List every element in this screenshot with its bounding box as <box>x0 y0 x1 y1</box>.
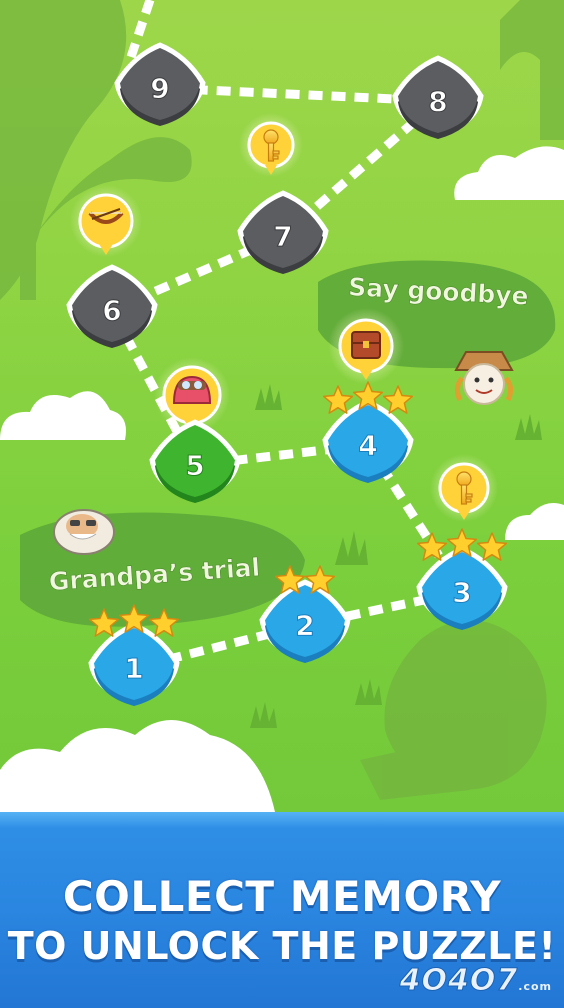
level-node-6[interactable]: 6 <box>66 264 158 348</box>
level-node-3[interactable]: 3 <box>416 528 508 630</box>
treasure-chest-icon <box>351 331 381 359</box>
watermark-text: 4O4O7 <box>399 963 519 999</box>
level-map[interactable]: Grandpa’s trial Say goodbye 123456789 <box>0 0 564 812</box>
reward-bubble[interactable] <box>70 185 142 257</box>
headline-line-1: COLLECT MEMORY <box>62 872 502 921</box>
level-number: 9 <box>150 72 169 105</box>
reward-bubble[interactable] <box>430 454 498 522</box>
level-number: 8 <box>428 85 447 118</box>
scarecrow-icon <box>454 351 514 405</box>
headline-line-2: TO UNLOCK THE PUZZLE! <box>7 924 557 968</box>
grandpa-icon <box>53 509 115 555</box>
level-number: 5 <box>185 449 204 482</box>
banner-top-stripe <box>0 812 564 828</box>
level-node-4[interactable]: 4 <box>322 381 414 483</box>
aviator-helmet-icon <box>172 375 212 404</box>
level-node-5[interactable]: 5 <box>149 419 241 503</box>
level-number: 2 <box>295 609 314 642</box>
star-icon <box>322 385 354 414</box>
level-number: 6 <box>102 294 121 327</box>
star-icon <box>382 385 414 414</box>
reward-bubble[interactable] <box>239 113 303 177</box>
level-number: 3 <box>452 576 471 609</box>
level-number: 7 <box>273 220 292 253</box>
level-number: 1 <box>124 652 143 685</box>
watermark: 4O4O7.com <box>399 963 552 999</box>
level-node-1[interactable]: 1 <box>88 604 180 706</box>
level-number: 4 <box>358 429 377 462</box>
watermark-suffix: .com <box>518 980 552 993</box>
star-icon <box>476 532 508 561</box>
reward-bubble[interactable] <box>328 308 404 384</box>
promo-banner: COLLECT MEMORY TO UNLOCK THE PUZZLE! 4O4… <box>0 812 564 1008</box>
